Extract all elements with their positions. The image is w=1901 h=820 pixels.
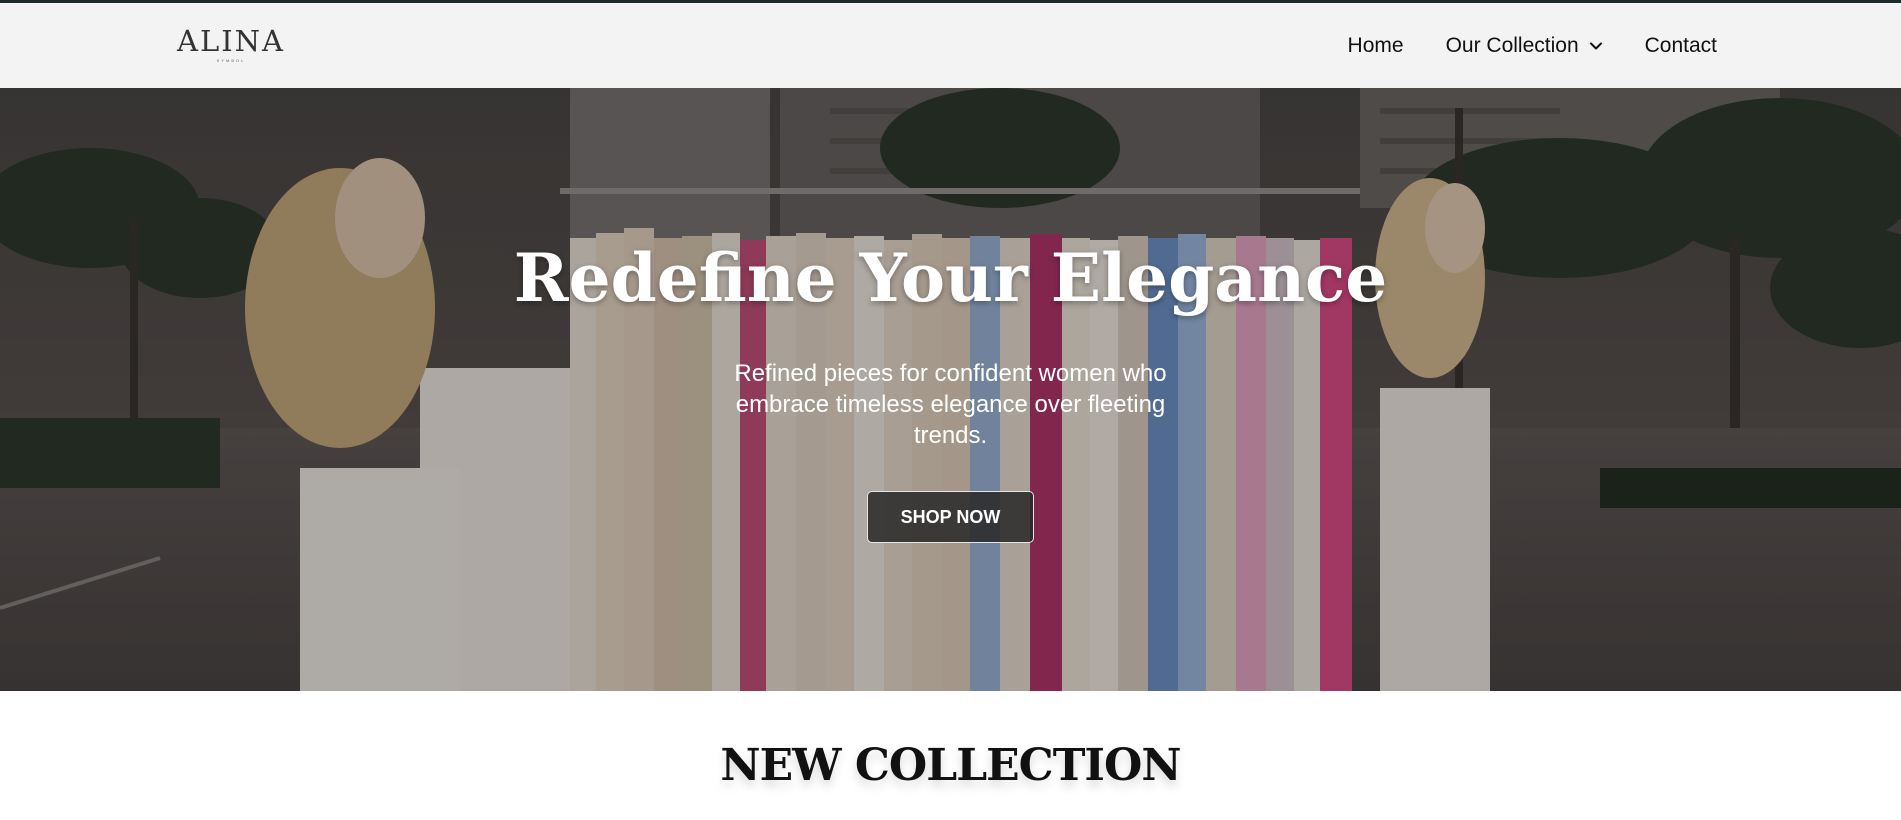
chevron-down-icon <box>1589 42 1602 49</box>
nav-item-home[interactable]: Home <box>1348 34 1404 58</box>
nav-item-contact[interactable]: Contact <box>1645 34 1717 58</box>
nav-item-label: Our Collection <box>1445 33 1579 57</box>
site-header: ALINA SYMBOL Home Our Collection Contact <box>0 3 1901 88</box>
new-collection-heading: NEW COLLECTION <box>720 740 1181 791</box>
hero-title: Redefine Your Elegance <box>513 239 1388 317</box>
main-nav: Home Our Collection Contact <box>1348 3 1717 88</box>
nav-item-label: Contact <box>1644 33 1717 57</box>
brand-logo[interactable]: ALINA SYMBOL <box>176 25 286 69</box>
nav-item-our-collection[interactable]: Our Collection <box>1446 34 1603 58</box>
nav-item-label: Home <box>1347 33 1404 57</box>
shop-now-button[interactable]: SHOP NOW <box>867 491 1034 543</box>
hero-banner: Redefine Your Elegance Refined pieces fo… <box>0 88 1901 691</box>
logo-tagline: SYMBOL <box>216 58 246 63</box>
hero-subtitle: Refined pieces for confident women who e… <box>734 360 1167 449</box>
logo-wordmark: ALINA <box>177 24 285 58</box>
